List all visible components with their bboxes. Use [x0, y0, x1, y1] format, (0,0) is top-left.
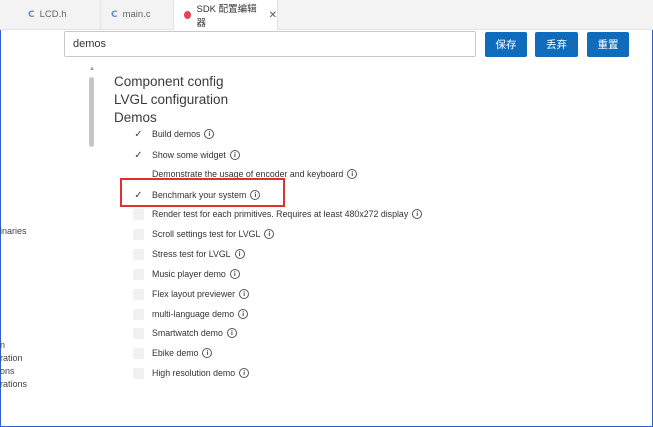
- save-button[interactable]: 保存: [485, 32, 527, 57]
- heading-component-config: Component config: [114, 74, 224, 89]
- info-icon[interactable]: i: [264, 229, 275, 239]
- c-file-icon: C: [111, 9, 118, 20]
- sidebar-fragment[interactable]: rations: [0, 379, 27, 389]
- sidebar-fragment[interactable]: ons: [0, 366, 15, 376]
- option-checkbox[interactable]: ✓: [133, 129, 144, 140]
- scrollbar-thumb[interactable]: [89, 77, 94, 147]
- tab-label: main.c: [122, 9, 151, 20]
- option-checkbox[interactable]: [133, 288, 144, 300]
- info-icon[interactable]: i: [239, 289, 250, 299]
- info-icon[interactable]: i: [226, 328, 237, 338]
- tab-sdk-config-editor[interactable]: SDK 配置编辑器 ✕: [174, 0, 278, 30]
- option-label: Scroll settings test for LVGL: [152, 229, 261, 239]
- option-checkbox[interactable]: [133, 268, 144, 280]
- option-row[interactable]: ✓ Build demos i: [133, 126, 215, 142]
- search-input[interactable]: [64, 31, 476, 57]
- option-row[interactable]: ✓ Show some widget i: [133, 147, 240, 163]
- option-label: Smartwatch demo: [152, 328, 223, 338]
- heading-lvgl-configuration: LVGL configuration: [114, 92, 229, 107]
- option-row[interactable]: Stress test for LVGL i: [133, 246, 245, 262]
- info-icon[interactable]: i: [229, 150, 240, 160]
- info-icon[interactable]: i: [412, 209, 423, 219]
- tab-label: SDK 配置编辑器: [196, 4, 257, 29]
- option-label: Music player demo: [152, 269, 226, 279]
- option-checkbox[interactable]: [133, 208, 144, 220]
- option-label: Stress test for LVGL: [152, 249, 231, 259]
- option-checkbox[interactable]: [133, 308, 144, 320]
- option-label: High resolution demo: [152, 368, 236, 378]
- c-file-icon: C: [28, 9, 35, 20]
- option-label: Ebike demo: [152, 348, 199, 358]
- option-checkbox[interactable]: [133, 228, 144, 240]
- option-row[interactable]: High resolution demo i: [133, 365, 250, 381]
- tab-label: LCD.h: [39, 9, 67, 20]
- option-checkbox[interactable]: [133, 327, 144, 339]
- option-row[interactable]: multi-language demo i: [133, 306, 249, 322]
- scroll-up-icon[interactable]: ▲: [89, 66, 95, 72]
- option-row[interactable]: Ebike demo i: [133, 345, 213, 361]
- option-label: Flex layout previewer: [152, 289, 236, 299]
- sidebar-fragment[interactable]: ration: [0, 353, 23, 363]
- info-icon[interactable]: i: [347, 169, 358, 179]
- option-row[interactable]: Music player demo i: [133, 266, 240, 282]
- sidebar-fragment[interactable]: inaries: [0, 226, 27, 236]
- option-label: multi-language demo: [152, 309, 235, 319]
- option-label: Render test for each primitives. Require…: [152, 209, 409, 219]
- option-row[interactable]: Smartwatch demo i: [133, 325, 237, 341]
- reset-button[interactable]: 重置: [587, 32, 629, 57]
- option-row[interactable]: Scroll settings test for LVGL i: [133, 226, 275, 242]
- highlight-box: [120, 178, 285, 207]
- info-icon[interactable]: i: [238, 309, 249, 319]
- tab-bar: C LCD.h C main.c SDK 配置编辑器 ✕: [0, 0, 653, 30]
- info-icon[interactable]: i: [229, 269, 240, 279]
- option-checkbox[interactable]: [133, 367, 144, 379]
- close-icon[interactable]: ✕: [269, 10, 277, 21]
- sidebar-fragment[interactable]: n: [0, 340, 5, 350]
- info-icon[interactable]: i: [202, 348, 213, 358]
- option-row[interactable]: Flex layout previewer i: [133, 286, 250, 302]
- tab-main-c[interactable]: C main.c: [101, 0, 174, 29]
- info-icon[interactable]: i: [204, 129, 215, 139]
- option-label: Show some widget: [152, 150, 226, 160]
- option-checkbox[interactable]: ✓: [133, 150, 144, 161]
- discard-button[interactable]: 丢弃: [535, 32, 578, 57]
- info-icon[interactable]: i: [239, 368, 250, 378]
- info-icon[interactable]: i: [234, 249, 245, 259]
- option-row[interactable]: Render test for each primitives. Require…: [133, 206, 423, 222]
- option-checkbox[interactable]: [133, 347, 144, 359]
- sdk-config-icon: [184, 11, 192, 19]
- tab-lcd-h[interactable]: C LCD.h: [18, 0, 101, 29]
- option-checkbox[interactable]: [133, 248, 144, 260]
- option-label: Build demos: [152, 129, 201, 139]
- heading-demos: Demos: [114, 110, 157, 125]
